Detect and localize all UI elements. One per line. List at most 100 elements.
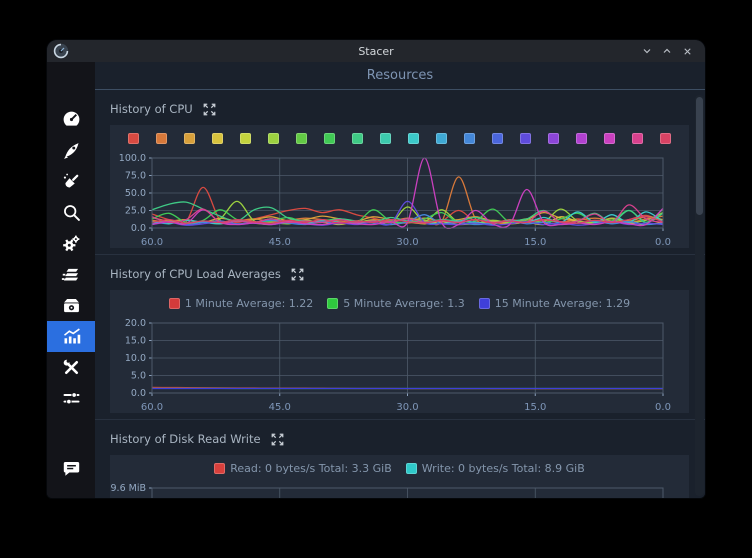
system-tools-icon <box>61 357 82 378</box>
legend-swatch <box>479 298 490 309</box>
sidebar-item-resources[interactable] <box>47 321 95 352</box>
close-button[interactable] <box>677 42 697 60</box>
cpu-core-5-swatch <box>240 133 251 144</box>
legend-item: Write: 0 bytes/s Total: 8.9 GiB <box>406 462 585 475</box>
svg-text:30.0: 30.0 <box>396 237 418 248</box>
maximize-button[interactable] <box>657 42 677 60</box>
cpu-core-3-swatch <box>184 133 195 144</box>
cpu-load-legend: 1 Minute Average: 1.22 5 Minute Average: … <box>110 290 689 313</box>
stacer-window: Stacer Resources <box>47 40 705 498</box>
system-cleaner-icon <box>61 171 82 192</box>
legend-swatch <box>327 298 338 309</box>
section-history-of-disk-read-write: History of Disk Read Write Read: 0 bytes… <box>95 431 705 498</box>
page-title: Resources <box>367 68 433 83</box>
legend-label: 5 Minute Average: 1.3 <box>343 297 464 310</box>
window-title: Stacer <box>47 45 705 58</box>
disk-legend: Read: 0 bytes/s Total: 3.3 GiB Write: 0 b… <box>110 455 689 478</box>
title-bar[interactable]: Stacer <box>47 40 705 62</box>
legend-label: 1 Minute Average: 1.22 <box>185 297 313 310</box>
cpu-core-14-swatch <box>492 133 503 144</box>
resources-icon <box>61 326 82 347</box>
sidebar-item-services[interactable] <box>47 228 95 259</box>
section-title: History of CPU <box>110 102 193 116</box>
sidebar-item-uninstaller[interactable] <box>47 290 95 321</box>
sections: History of CPU 100.075.050.025.00.060.04… <box>95 101 705 498</box>
sidebar-item-dashboard[interactable] <box>47 104 95 135</box>
legend-item: 5 Minute Average: 1.3 <box>327 297 464 310</box>
section-title: History of Disk Read Write <box>110 432 261 446</box>
cpu-core-18-swatch <box>604 133 615 144</box>
section-divider <box>95 419 705 420</box>
section-history-of-cpu: History of CPU 100.075.050.025.00.060.04… <box>95 101 705 255</box>
sidebar-item-feedback[interactable] <box>47 453 95 484</box>
legend-item: Read: 0 bytes/s Total: 3.3 GiB <box>214 462 392 475</box>
legend-label: Read: 0 bytes/s Total: 3.3 GiB <box>230 462 392 475</box>
cpu-core-10-swatch <box>380 133 391 144</box>
sidebar-item-processes[interactable] <box>47 259 95 290</box>
legend-swatch <box>406 463 417 474</box>
cpu-core-17-swatch <box>576 133 587 144</box>
close-icon <box>682 46 693 57</box>
svg-text:0.0: 0.0 <box>131 223 146 234</box>
cpu-core-1-swatch <box>128 133 139 144</box>
sidebar-item-settings[interactable] <box>47 383 95 414</box>
svg-text:29.6 MiB: 29.6 MiB <box>110 483 146 494</box>
cpu-core-2-swatch <box>156 133 167 144</box>
svg-text:75.0: 75.0 <box>125 171 146 182</box>
cpu-core-8-swatch <box>324 133 335 144</box>
window-controls <box>637 42 705 60</box>
legend-label: Write: 0 bytes/s Total: 8.9 GiB <box>422 462 585 475</box>
uninstaller-icon <box>61 295 82 316</box>
legend-item: 1 Minute Average: 1.22 <box>169 297 313 310</box>
cpu-core-12-swatch <box>436 133 447 144</box>
feedback-icon <box>61 458 82 479</box>
svg-text:60.0: 60.0 <box>141 237 163 248</box>
cpu-load-panel: 1 Minute Average: 1.22 5 Minute Average: … <box>110 290 689 413</box>
svg-text:30.0: 30.0 <box>396 402 418 413</box>
expand-icon[interactable] <box>270 432 285 447</box>
sidebar <box>47 62 95 498</box>
svg-text:50.0: 50.0 <box>125 188 146 199</box>
dashboard-icon <box>61 109 82 130</box>
svg-text:0.0: 0.0 <box>655 402 671 413</box>
cpu-core-19-swatch <box>632 133 643 144</box>
window-body: Resources History of CPU 100.075.050.025 <box>47 62 705 498</box>
svg-text:0.0: 0.0 <box>131 388 146 399</box>
disk-history-chart: 29.6 MiB22.2 MiB <box>110 478 689 498</box>
cpu-history-panel: 100.075.050.025.00.060.045.030.015.00.0 <box>110 125 689 248</box>
cpu-load-chart: 20.015.010.05.00.060.045.030.015.00.0 <box>110 313 689 413</box>
cpu-core-20-swatch <box>660 133 671 144</box>
content-area: Resources History of CPU 100.075.050.025 <box>95 62 705 498</box>
sidebar-spacer <box>47 414 95 453</box>
settings-icon <box>61 388 82 409</box>
svg-text:10.0: 10.0 <box>125 353 146 364</box>
cpu-core-11-swatch <box>408 133 419 144</box>
svg-text:5.0: 5.0 <box>131 371 146 382</box>
sidebar-item-system-tools[interactable] <box>47 352 95 383</box>
legend-swatch <box>169 298 180 309</box>
section-divider <box>95 254 705 255</box>
cpu-core-13-swatch <box>464 133 475 144</box>
processes-icon <box>61 264 82 285</box>
section-title: History of CPU Load Averages <box>110 267 281 281</box>
sidebar-item-system-cleaner[interactable] <box>47 166 95 197</box>
sidebar-item-search[interactable] <box>47 197 95 228</box>
vertical-scrollbar[interactable] <box>695 95 704 496</box>
svg-text:0.0: 0.0 <box>655 237 671 248</box>
cpu-core-15-swatch <box>520 133 531 144</box>
minimize-button[interactable] <box>637 42 657 60</box>
section-history-of-cpu-load-averages: History of CPU Load Averages 1 Minute Av… <box>95 266 705 420</box>
expand-icon[interactable] <box>202 102 217 117</box>
expand-icon[interactable] <box>290 267 305 282</box>
cpu-core-7-swatch <box>296 133 307 144</box>
sidebar-item-startup-apps[interactable] <box>47 135 95 166</box>
legend-swatch <box>214 463 225 474</box>
chevron-down-icon <box>641 45 653 57</box>
legend-label: 15 Minute Average: 1.29 <box>495 297 630 310</box>
cpu-core-6-swatch <box>268 133 279 144</box>
cpu-core-4-swatch <box>212 133 223 144</box>
scrollbar-thumb[interactable] <box>696 97 703 215</box>
cpu-core-9-swatch <box>352 133 363 144</box>
legend-item: 15 Minute Average: 1.29 <box>479 297 630 310</box>
svg-text:25.0: 25.0 <box>125 206 146 217</box>
